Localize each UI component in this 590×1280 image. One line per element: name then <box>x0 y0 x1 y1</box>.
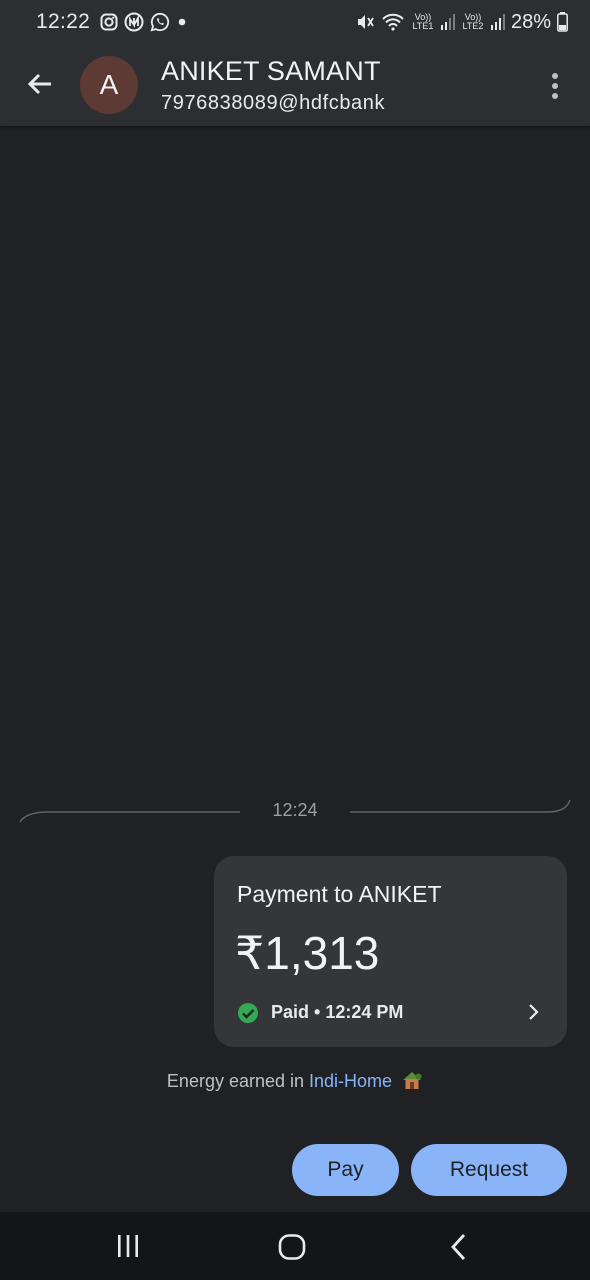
payment-title: Payment to ANIKET <box>237 881 442 907</box>
recent-apps-icon[interactable] <box>110 1232 146 1260</box>
more-options-icon[interactable] <box>540 68 570 104</box>
payment-amount: ₹1,313 <box>235 927 380 979</box>
dot-icon <box>178 18 186 26</box>
contact-name[interactable]: ANIKET SAMANT <box>161 56 381 87</box>
indi-home-link[interactable]: Indi-Home <box>309 1071 392 1091</box>
chevron-right-icon[interactable] <box>522 1001 544 1023</box>
timeline-time: 12:24 <box>272 800 318 820</box>
request-button[interactable]: Request <box>411 1144 567 1196</box>
notification-icons <box>100 12 188 32</box>
status-time: 12:22 <box>36 10 91 33</box>
payment-status: Paid • 12:24 PM <box>271 1002 404 1022</box>
energy-earned-line: Energy earned in Indi-Home <box>0 1070 590 1092</box>
system-indicators: Vo)) LTE1 Vo)) LTE2 28% <box>355 11 568 34</box>
system-nav-bar <box>0 1212 590 1280</box>
status-bar: 12:22 Vo)) LTE1 Vo)) LTE2 28% <box>0 0 590 44</box>
sim2-label: Vo)) LTE2 <box>462 12 484 31</box>
energy-earned-text: Energy earned in <box>166 1071 310 1091</box>
back-arrow-icon[interactable] <box>24 68 56 100</box>
signal-icon-sim2 <box>490 14 505 30</box>
wifi-icon <box>382 13 404 31</box>
battery-icon <box>557 12 568 32</box>
whatsapp-icon <box>150 12 170 32</box>
avatar-initial: A <box>99 69 119 100</box>
contact-upi-id: 7976838089@hdfcbank <box>161 92 386 114</box>
app-header: A ANIKET SAMANT 7976838089@hdfcbank <box>0 44 590 126</box>
house-icon <box>403 1072 422 1089</box>
payment-card[interactable]: Payment to ANIKET ₹1,313 Paid • 12:24 PM <box>214 856 567 1047</box>
nav-back-icon[interactable] <box>445 1232 473 1262</box>
check-circle-icon <box>238 1003 258 1023</box>
sim1-label: Vo)) LTE1 <box>412 12 434 31</box>
instagram-icon <box>100 13 118 31</box>
chat-app-icon <box>124 12 144 32</box>
mute-icon <box>357 15 374 29</box>
signal-icon-sim1 <box>440 14 455 30</box>
home-icon[interactable] <box>276 1232 308 1262</box>
pay-button[interactable]: Pay <box>292 1144 399 1196</box>
battery-percent: 28% <box>510 10 551 33</box>
avatar[interactable]: A <box>80 56 138 114</box>
